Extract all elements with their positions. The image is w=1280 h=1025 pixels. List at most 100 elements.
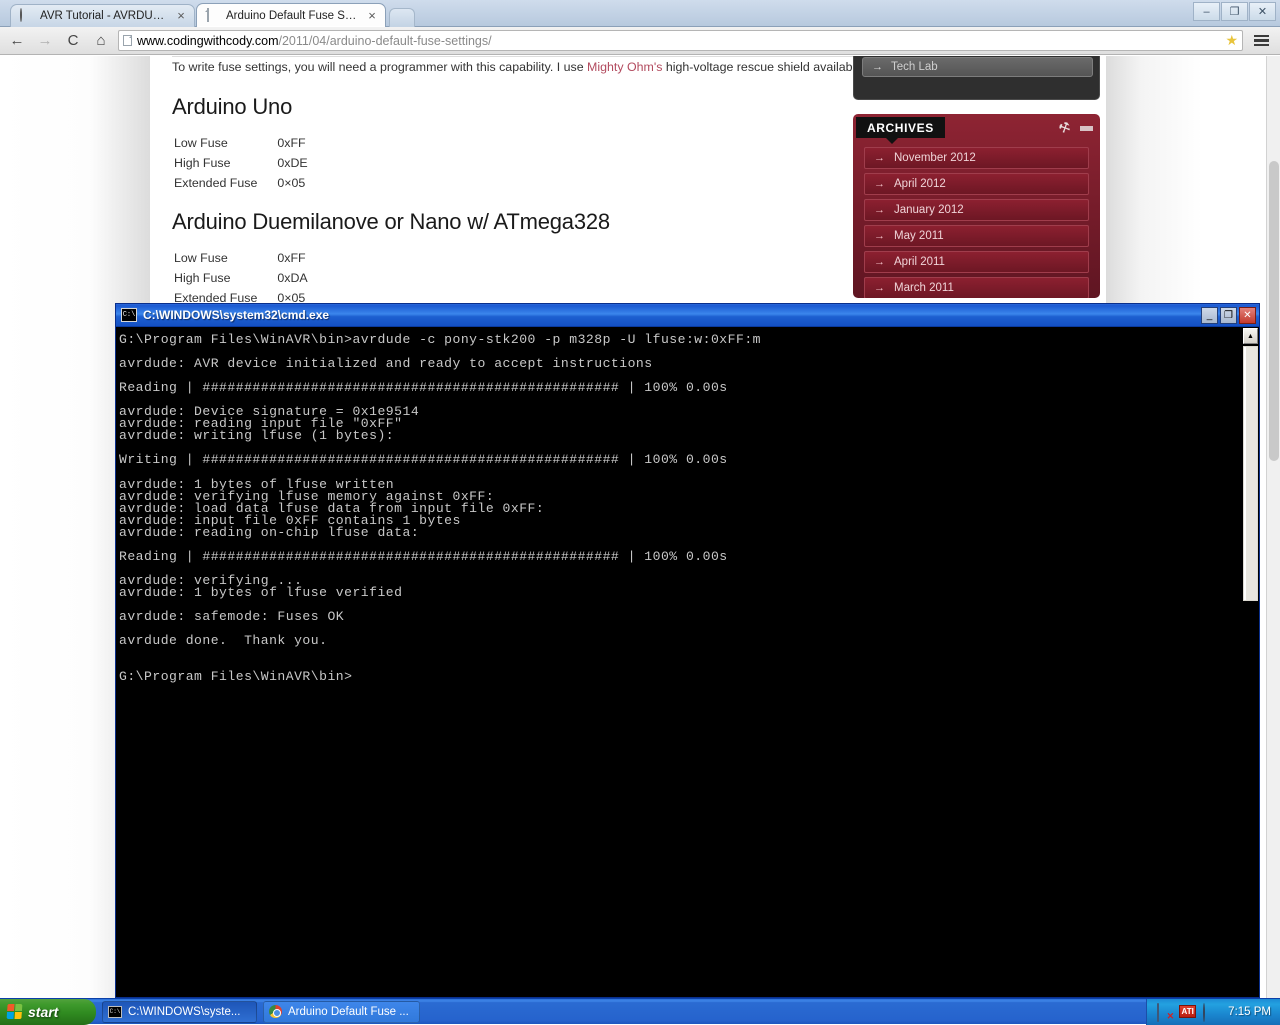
nav-widget: → Tech Lab	[853, 56, 1100, 100]
cmd-scrollbar[interactable]: ▲	[1242, 327, 1259, 997]
archive-item-november-2012[interactable]: → November 2012	[864, 147, 1089, 169]
fuse-label: High Fuse	[174, 154, 265, 172]
page-icon	[206, 9, 220, 23]
tab-arduino-fuse-settings[interactable]: Arduino Default Fuse Setting ×	[196, 3, 386, 27]
section-heading-uno: Arduino Uno	[172, 94, 292, 120]
cmd-window-controls: _ ❐ ✕	[1201, 307, 1256, 324]
home-icon[interactable]: ⌂	[90, 30, 112, 52]
minimize-button[interactable]: –	[1193, 2, 1220, 21]
archive-item-label: March 2011	[894, 282, 954, 294]
cmd-window: C:\ C:\WINDOWS\system32\cmd.exe _ ❐ ✕ G:…	[115, 303, 1260, 998]
tab-close-icon[interactable]: ×	[365, 9, 379, 23]
maximize-button[interactable]: ❐	[1221, 2, 1248, 21]
scroll-up-icon[interactable]: ▲	[1243, 328, 1258, 344]
archive-item-label: May 2011	[894, 230, 944, 242]
sidebar-item-label: Tech Lab	[891, 61, 938, 73]
sidebar-item-tech-lab[interactable]: → Tech Lab	[862, 57, 1093, 77]
fuse-table-duemilanove: Low Fuse 0xFF High Fuse 0xDA Extended Fu…	[172, 247, 310, 309]
arrow-right-icon: →	[874, 178, 885, 190]
section-heading-duemilanove: Arduino Duemilanove or Nano w/ ATmega328	[172, 209, 610, 235]
url-host: www.codingwithcody.com	[137, 34, 279, 48]
fuse-value: 0xFF	[267, 249, 307, 267]
tab-label: Arduino Default Fuse Setting	[226, 10, 359, 22]
table-row: Extended Fuse 0×05	[174, 174, 308, 192]
ati-icon[interactable]: ATI	[1179, 1005, 1196, 1018]
fuse-value: 0xDA	[267, 269, 307, 287]
clock[interactable]: 7:15 PM	[1228, 1006, 1271, 1018]
arrow-right-icon: →	[872, 61, 883, 73]
page-scrollbar[interactable]	[1266, 56, 1280, 998]
tab-label: AVR Tutorial - AVRDUDE	[40, 10, 168, 22]
taskbar-item-chrome[interactable]: Arduino Default Fuse ...	[263, 1001, 420, 1023]
cmd-minimize-button[interactable]: _	[1201, 307, 1218, 324]
archive-item-label: January 2012	[894, 204, 964, 216]
intro-text-before: To write fuse settings, you will need a …	[172, 60, 587, 74]
archive-item-label: April 2012	[894, 178, 946, 190]
archive-item-march-2011[interactable]: → March 2011	[864, 277, 1089, 298]
cmd-output-line: avrdude done. Thank you.	[119, 635, 1242, 647]
wrench-icon[interactable]: ⚒	[1057, 118, 1074, 137]
back-icon[interactable]: ←	[6, 30, 28, 52]
cmd-output-line: G:\Program Files\WinAVR\bin>avrdude -c p…	[119, 334, 1242, 346]
archives-widget: ARCHIVES ⚒ → November 2012 → April 2012	[853, 114, 1100, 298]
taskbar-item-label: Arduino Default Fuse ...	[288, 1006, 409, 1018]
cmd-output-line: avrdude: writing lfuse (1 bytes):	[119, 430, 1242, 442]
cmd-restore-button[interactable]: ❐	[1220, 307, 1237, 324]
cmd-console-output[interactable]: G:\Program Files\WinAVR\bin>avrdude -c p…	[116, 327, 1242, 997]
start-button[interactable]: start	[0, 999, 96, 1025]
browser-toolbar: ← → C ⌂ www.codingwithcody.com/2011/04/a…	[0, 27, 1280, 55]
archive-item-may-2011[interactable]: → May 2011	[864, 225, 1089, 247]
cmd-output-line: G:\Program Files\WinAVR\bin>	[119, 671, 1242, 683]
archive-item-april-2011[interactable]: → April 2011	[864, 251, 1089, 273]
archive-item-label: November 2012	[894, 152, 976, 164]
volume-icon[interactable]	[1203, 1004, 1218, 1019]
cmd-close-button[interactable]: ✕	[1239, 307, 1256, 324]
cmd-output-line: Reading | ##############################…	[119, 551, 1242, 563]
menu-icon[interactable]	[1249, 35, 1274, 47]
fuse-value: 0xDE	[267, 154, 307, 172]
page-info-icon	[123, 35, 132, 46]
browser-window-controls: – ❐ ✕	[1193, 2, 1276, 21]
tab-avr-tutorial[interactable]: AVR Tutorial - AVRDUDE ×	[10, 4, 195, 27]
bookmark-star-icon[interactable]: ★	[1225, 32, 1238, 49]
tab-strip: AVR Tutorial - AVRDUDE × Arduino Default…	[0, 0, 1280, 27]
table-row: High Fuse 0xDE	[174, 154, 308, 172]
system-tray: ATI 7:15 PM	[1146, 999, 1280, 1025]
archive-item-january-2012[interactable]: → January 2012	[864, 199, 1089, 221]
divider	[172, 56, 862, 57]
fuse-label: Low Fuse	[174, 249, 265, 267]
taskbar-item-label: C:\WINDOWS\syste...	[128, 1006, 240, 1018]
new-tab-button[interactable]	[389, 8, 415, 27]
cmd-output-line: Writing | ##############################…	[119, 454, 1242, 466]
address-bar[interactable]: www.codingwithcody.com/2011/04/arduino-d…	[118, 30, 1243, 51]
table-row: Low Fuse 0xFF	[174, 134, 308, 152]
taskbar: start C:\ C:\WINDOWS\syste... Arduino De…	[0, 998, 1280, 1024]
arrow-right-icon: →	[874, 282, 885, 294]
cmd-output-line: Reading | ##############################…	[119, 382, 1242, 394]
cmd-output-line: avrdude: 1 bytes of lfuse verified	[119, 587, 1242, 599]
tab-close-icon[interactable]: ×	[174, 9, 188, 23]
url-path: /2011/04/arduino-default-fuse-settings/	[279, 34, 492, 48]
arrow-right-icon: →	[874, 256, 885, 268]
cmd-output-line: avrdude: safemode: Fuses OK	[119, 611, 1242, 623]
archive-item-april-2012[interactable]: → April 2012	[864, 173, 1089, 195]
table-row: High Fuse 0xDA	[174, 269, 308, 287]
fuse-value: 0×05	[267, 174, 307, 192]
close-button[interactable]: ✕	[1249, 2, 1276, 21]
fuse-label: Low Fuse	[174, 134, 265, 152]
cmd-title-text: C:\WINDOWS\system32\cmd.exe	[143, 308, 329, 322]
taskbar-item-cmd[interactable]: C:\ C:\WINDOWS\syste...	[102, 1001, 257, 1023]
archives-list: → November 2012 → April 2012 → January 2…	[864, 147, 1089, 298]
archives-widget-tools: ⚒	[1059, 120, 1093, 136]
page-scrollbar-thumb[interactable]	[1269, 161, 1279, 461]
cmd-title-bar[interactable]: C:\ C:\WINDOWS\system32\cmd.exe _ ❐ ✕	[116, 304, 1259, 327]
start-label: start	[28, 1004, 58, 1020]
arrow-right-icon: →	[874, 152, 885, 164]
archive-item-label: April 2011	[894, 256, 945, 268]
minimize-icon[interactable]	[1080, 126, 1093, 131]
cmd-scrollbar-thumb[interactable]	[1243, 346, 1258, 601]
forward-icon[interactable]: →	[34, 30, 56, 52]
reload-icon[interactable]: C	[62, 30, 84, 52]
mighty-ohm-link[interactable]: Mighty Ohm's	[587, 60, 662, 74]
network-disconnected-icon[interactable]	[1157, 1004, 1172, 1019]
